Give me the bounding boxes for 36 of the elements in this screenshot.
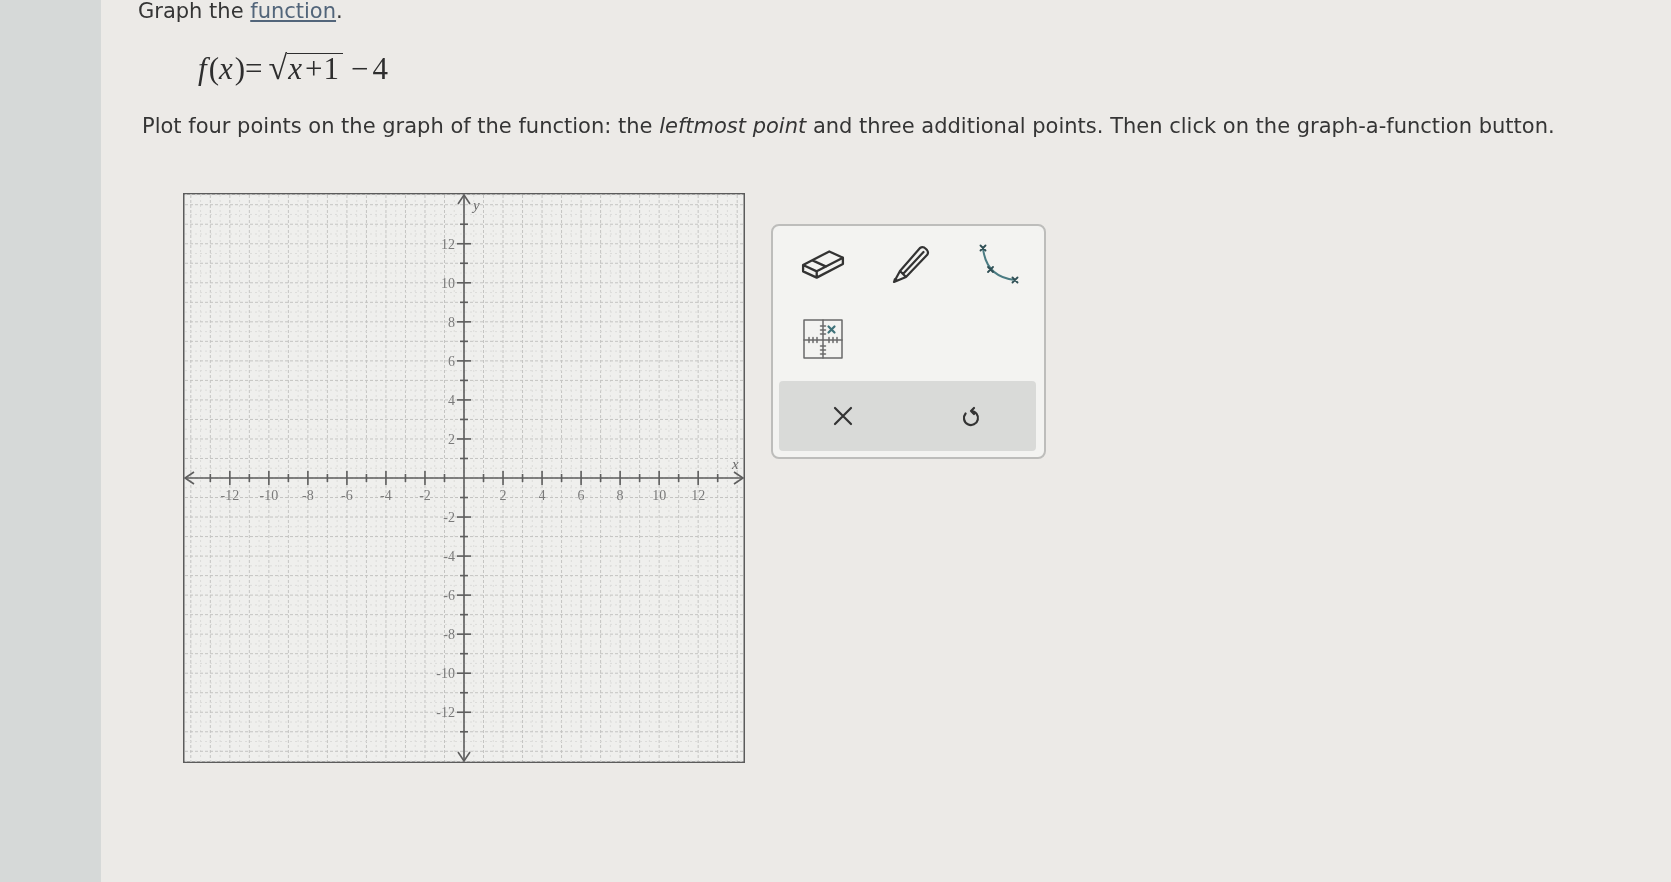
- tick-label: -12: [436, 705, 455, 721]
- tick-label: 12: [691, 488, 706, 503]
- axis-label: x: [732, 456, 739, 472]
- curve-icon: [978, 243, 1020, 284]
- undo-icon: [961, 404, 981, 428]
- close-icon: [833, 406, 853, 426]
- tick-label: 8: [616, 488, 624, 503]
- tick-label: 10: [441, 275, 455, 291]
- tick-label: -10: [259, 488, 279, 503]
- axis-label: y: [473, 197, 480, 213]
- tick-label: 10: [652, 488, 667, 503]
- tick-label: -8: [443, 627, 455, 643]
- grid-point-icon: [803, 318, 843, 359]
- tick-label: -2: [419, 488, 431, 503]
- instructions-text: Plot four points on the graph of the function: the leftmost point and three additional points. Then click on the graph-a-function button.: [142, 113, 1556, 139]
- tick-label: -12: [220, 488, 240, 503]
- eraser-icon: [801, 247, 845, 280]
- tick-label: -4: [380, 488, 392, 503]
- tick-label: -4: [443, 549, 455, 565]
- tick-label: -6: [341, 488, 353, 503]
- tick-label: 8: [448, 314, 455, 330]
- tick-label: 6: [577, 488, 585, 503]
- tick-label: -6: [443, 588, 455, 604]
- tick-label: -8: [302, 488, 314, 503]
- tick-label: 12: [441, 236, 455, 252]
- tick-label: 4: [538, 488, 546, 503]
- tick-label: 4: [448, 392, 455, 408]
- function-link[interactable]: function: [250, 0, 337, 23]
- function-formula: f(x)= √x+1 −4: [198, 50, 392, 87]
- heading-text: Graph the function.: [138, 0, 344, 22]
- pencil-icon: [891, 243, 931, 284]
- tick-label: 6: [448, 353, 455, 369]
- tick-label: -10: [436, 666, 455, 682]
- tick-label: 2: [448, 431, 455, 447]
- tick-label: 2: [499, 488, 507, 503]
- tick-label: -2: [443, 510, 455, 526]
